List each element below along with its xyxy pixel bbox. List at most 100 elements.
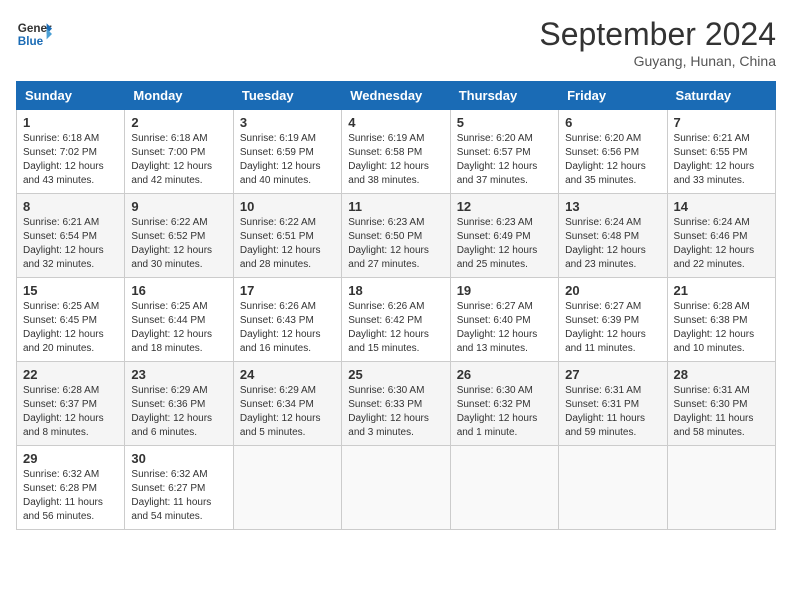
- day-number: 11: [348, 199, 443, 214]
- day-info: Sunrise: 6:30 AMSunset: 6:32 PMDaylight:…: [457, 384, 552, 440]
- weekday-header: Monday: [125, 82, 233, 110]
- calendar-cell: 28 Sunrise: 6:31 AMSunset: 6:30 PMDayligh…: [667, 362, 775, 446]
- calendar-cell: 23 Sunrise: 6:29 AMSunset: 6:36 PMDayligh…: [125, 362, 233, 446]
- day-info: Sunrise: 6:21 AMSunset: 6:55 PMDaylight:…: [674, 132, 769, 188]
- day-info: Sunrise: 6:22 AMSunset: 6:52 PMDaylight:…: [131, 216, 226, 272]
- weekday-header: Saturday: [667, 82, 775, 110]
- day-number: 18: [348, 283, 443, 298]
- calendar-cell: 19Sunrise: 6:27 AMSunset: 6:40 PMDayligh…: [450, 278, 558, 362]
- calendar-cell: 10 Sunrise: 6:22 AMSunset: 6:51 PMDayligh…: [233, 194, 341, 278]
- day-number: 30: [131, 451, 226, 466]
- logo: General Blue: [16, 16, 52, 52]
- day-number: 23: [131, 367, 226, 382]
- calendar-cell: 20 Sunrise: 6:27 AMSunset: 6:39 PMDayligh…: [559, 278, 667, 362]
- day-info: Sunrise: 6:22 AMSunset: 6:51 PMDaylight:…: [240, 216, 335, 272]
- calendar-week-row: 1 Sunrise: 6:18 AMSunset: 7:02 PMDaylight…: [17, 110, 776, 194]
- day-number: 20: [565, 283, 660, 298]
- calendar-cell: 29 Sunrise: 6:32 AMSunset: 6:28 PMDayligh…: [17, 446, 125, 530]
- day-number: 29: [23, 451, 118, 466]
- calendar-cell: 14Sunrise: 6:24 AMSunset: 6:46 PMDayligh…: [667, 194, 775, 278]
- day-number: 8: [23, 199, 118, 214]
- month-title: September 2024: [539, 16, 776, 53]
- day-number: 26: [457, 367, 552, 382]
- day-info: Sunrise: 6:25 AMSunset: 6:44 PMDaylight:…: [131, 300, 226, 356]
- calendar-cell: 22 Sunrise: 6:28 AMSunset: 6:37 PMDayligh…: [17, 362, 125, 446]
- day-info: Sunrise: 6:19 AMSunset: 6:59 PMDaylight:…: [240, 132, 335, 188]
- day-number: 16: [131, 283, 226, 298]
- calendar-cell: 15 Sunrise: 6:25 AMSunset: 6:45 PMDayligh…: [17, 278, 125, 362]
- day-info: Sunrise: 6:24 AMSunset: 6:48 PMDaylight:…: [565, 216, 660, 272]
- calendar-cell: 6Sunrise: 6:20 AMSunset: 6:56 PMDaylight…: [559, 110, 667, 194]
- day-number: 27: [565, 367, 660, 382]
- day-number: 17: [240, 283, 335, 298]
- calendar-cell: [667, 446, 775, 530]
- calendar-cell: 18 Sunrise: 6:26 AMSunset: 6:42 PMDayligh…: [342, 278, 450, 362]
- calendar-cell: 9 Sunrise: 6:22 AMSunset: 6:52 PMDaylight…: [125, 194, 233, 278]
- day-number: 28: [674, 367, 769, 382]
- day-info: Sunrise: 6:21 AMSunset: 6:54 PMDaylight:…: [23, 216, 118, 272]
- day-number: 25: [348, 367, 443, 382]
- day-info: Sunrise: 6:31 AMSunset: 6:30 PMDaylight:…: [674, 384, 769, 440]
- day-info: Sunrise: 6:32 AMSunset: 6:27 PMDaylight:…: [131, 468, 226, 524]
- calendar-table: SundayMondayTuesdayWednesdayThursdayFrid…: [16, 81, 776, 530]
- day-number: 14: [674, 199, 769, 214]
- day-number: 6: [565, 115, 660, 130]
- calendar-cell: 26 Sunrise: 6:30 AMSunset: 6:32 PMDayligh…: [450, 362, 558, 446]
- calendar-cell: 3Sunrise: 6:19 AMSunset: 6:59 PMDaylight…: [233, 110, 341, 194]
- day-info: Sunrise: 6:27 AMSunset: 6:39 PMDaylight:…: [565, 300, 660, 356]
- calendar-cell: [233, 446, 341, 530]
- svg-text:Blue: Blue: [18, 35, 44, 48]
- calendar-cell: 5Sunrise: 6:20 AMSunset: 6:57 PMDaylight…: [450, 110, 558, 194]
- calendar-week-row: 29 Sunrise: 6:32 AMSunset: 6:28 PMDayligh…: [17, 446, 776, 530]
- calendar-cell: 11 Sunrise: 6:23 AMSunset: 6:50 PMDayligh…: [342, 194, 450, 278]
- day-number: 2: [131, 115, 226, 130]
- calendar-cell: 7 Sunrise: 6:21 AMSunset: 6:55 PMDaylight…: [667, 110, 775, 194]
- calendar-cell: [342, 446, 450, 530]
- day-info: Sunrise: 6:32 AMSunset: 6:28 PMDaylight:…: [23, 468, 118, 524]
- day-info: Sunrise: 6:28 AMSunset: 6:38 PMDaylight:…: [674, 300, 769, 356]
- calendar-cell: 13Sunrise: 6:24 AMSunset: 6:48 PMDayligh…: [559, 194, 667, 278]
- weekday-header: Tuesday: [233, 82, 341, 110]
- day-info: Sunrise: 6:23 AMSunset: 6:50 PMDaylight:…: [348, 216, 443, 272]
- calendar-cell: 30 Sunrise: 6:32 AMSunset: 6:27 PMDayligh…: [125, 446, 233, 530]
- weekday-header: Thursday: [450, 82, 558, 110]
- calendar-cell: 2 Sunrise: 6:18 AMSunset: 7:00 PMDaylight…: [125, 110, 233, 194]
- day-info: Sunrise: 6:26 AMSunset: 6:42 PMDaylight:…: [348, 300, 443, 356]
- day-number: 15: [23, 283, 118, 298]
- day-info: Sunrise: 6:23 AMSunset: 6:49 PMDaylight:…: [457, 216, 552, 272]
- day-info: Sunrise: 6:18 AMSunset: 7:02 PMDaylight:…: [23, 132, 118, 188]
- day-info: Sunrise: 6:25 AMSunset: 6:45 PMDaylight:…: [23, 300, 118, 356]
- calendar-cell: 27 Sunrise: 6:31 AMSunset: 6:31 PMDayligh…: [559, 362, 667, 446]
- day-info: Sunrise: 6:18 AMSunset: 7:00 PMDaylight:…: [131, 132, 226, 188]
- calendar-cell: 12 Sunrise: 6:23 AMSunset: 6:49 PMDayligh…: [450, 194, 558, 278]
- calendar-cell: 8 Sunrise: 6:21 AMSunset: 6:54 PMDaylight…: [17, 194, 125, 278]
- calendar-cell: 4 Sunrise: 6:19 AMSunset: 6:58 PMDaylight…: [342, 110, 450, 194]
- calendar-cell: 24 Sunrise: 6:29 AMSunset: 6:34 PMDayligh…: [233, 362, 341, 446]
- calendar-cell: [559, 446, 667, 530]
- calendar-week-row: 22 Sunrise: 6:28 AMSunset: 6:37 PMDayligh…: [17, 362, 776, 446]
- day-number: 22: [23, 367, 118, 382]
- day-number: 5: [457, 115, 552, 130]
- calendar-cell: 25 Sunrise: 6:30 AMSunset: 6:33 PMDayligh…: [342, 362, 450, 446]
- weekday-header: Friday: [559, 82, 667, 110]
- calendar-week-row: 15 Sunrise: 6:25 AMSunset: 6:45 PMDayligh…: [17, 278, 776, 362]
- day-info: Sunrise: 6:28 AMSunset: 6:37 PMDaylight:…: [23, 384, 118, 440]
- day-number: 12: [457, 199, 552, 214]
- location: Guyang, Hunan, China: [539, 53, 776, 69]
- day-info: Sunrise: 6:31 AMSunset: 6:31 PMDaylight:…: [565, 384, 660, 440]
- day-info: Sunrise: 6:30 AMSunset: 6:33 PMDaylight:…: [348, 384, 443, 440]
- day-info: Sunrise: 6:19 AMSunset: 6:58 PMDaylight:…: [348, 132, 443, 188]
- day-number: 7: [674, 115, 769, 130]
- day-number: 9: [131, 199, 226, 214]
- day-info: Sunrise: 6:29 AMSunset: 6:34 PMDaylight:…: [240, 384, 335, 440]
- logo-icon: General Blue: [16, 16, 52, 52]
- day-number: 1: [23, 115, 118, 130]
- day-number: 4: [348, 115, 443, 130]
- calendar-cell: 1 Sunrise: 6:18 AMSunset: 7:02 PMDaylight…: [17, 110, 125, 194]
- day-number: 24: [240, 367, 335, 382]
- day-info: Sunrise: 6:29 AMSunset: 6:36 PMDaylight:…: [131, 384, 226, 440]
- calendar-cell: 17Sunrise: 6:26 AMSunset: 6:43 PMDayligh…: [233, 278, 341, 362]
- calendar-cell: 21 Sunrise: 6:28 AMSunset: 6:38 PMDayligh…: [667, 278, 775, 362]
- day-number: 10: [240, 199, 335, 214]
- day-number: 21: [674, 283, 769, 298]
